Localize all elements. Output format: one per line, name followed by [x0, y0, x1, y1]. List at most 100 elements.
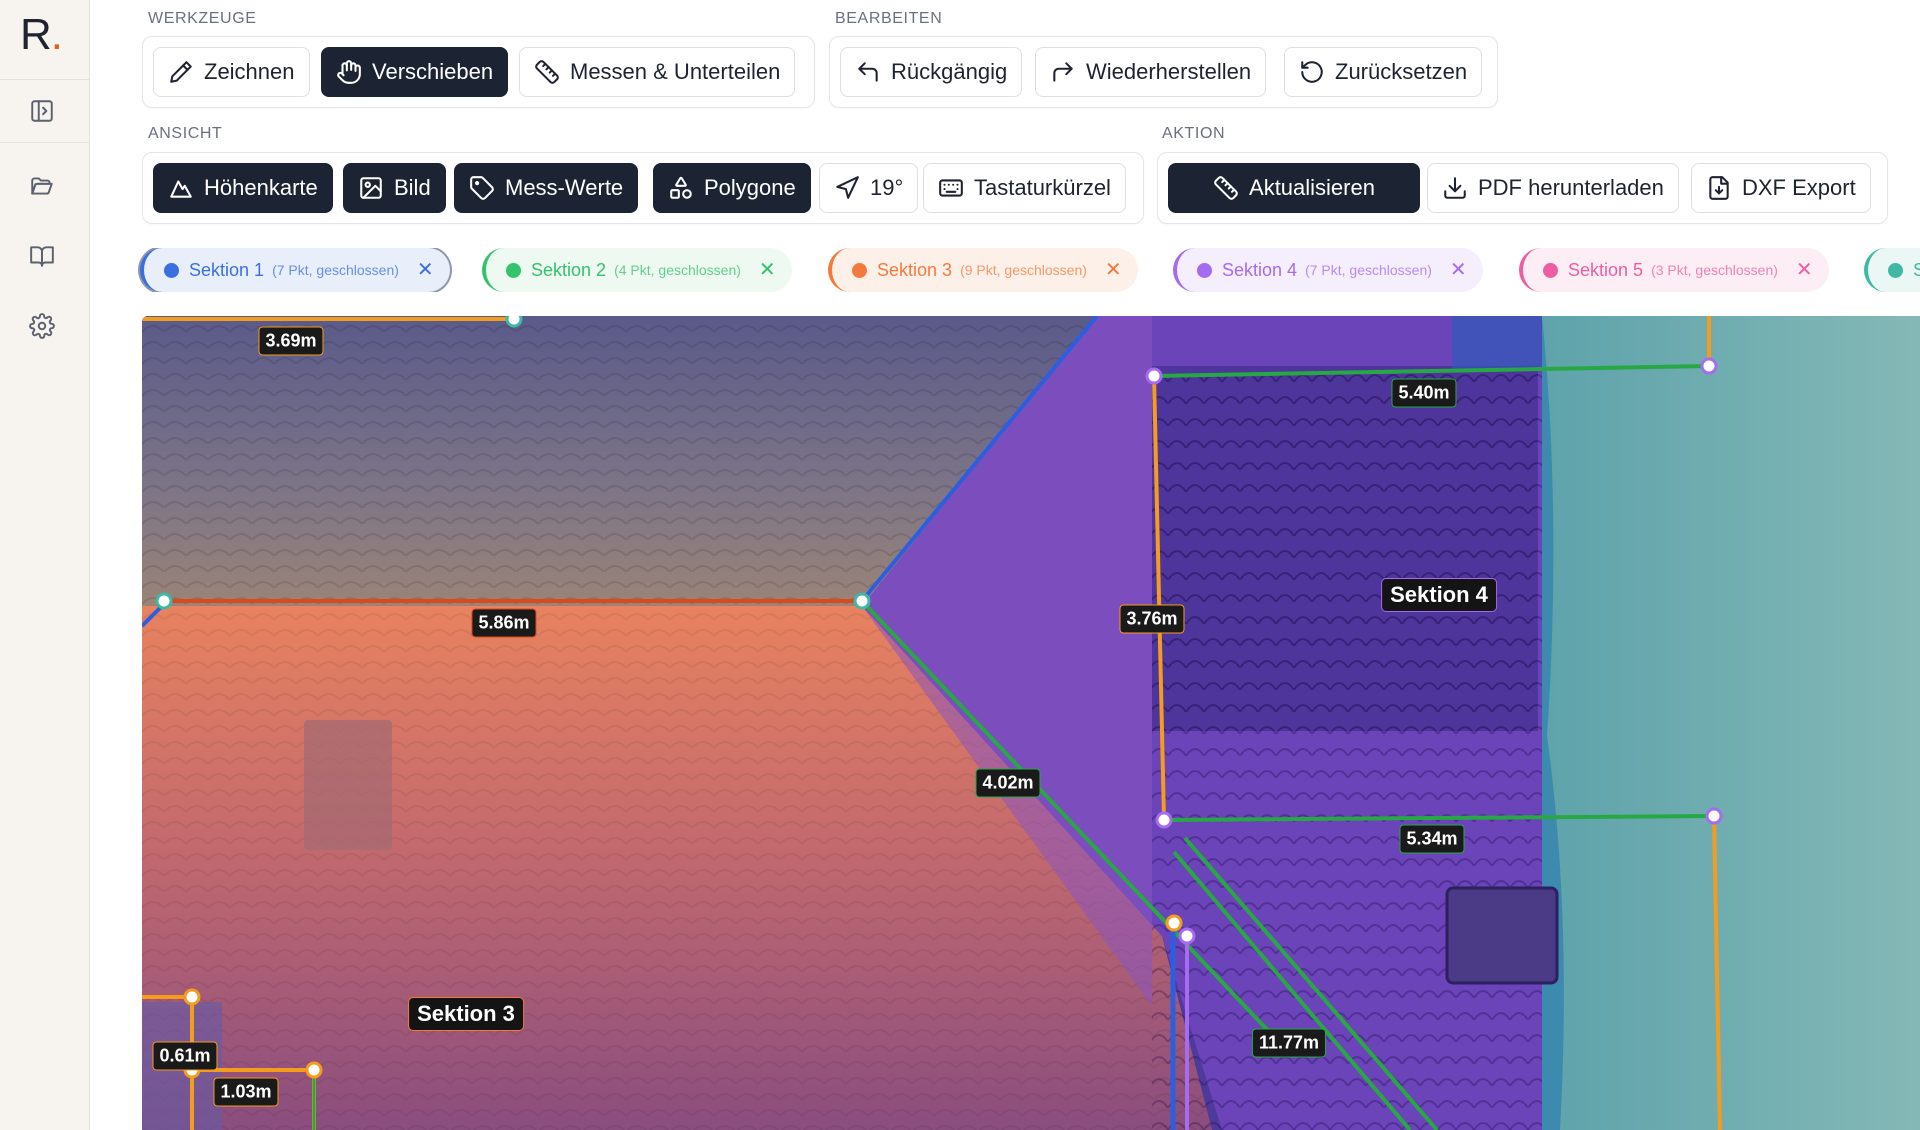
section-name: S — [1913, 259, 1920, 280]
chimney — [304, 720, 392, 850]
vertex-handle[interactable] — [155, 592, 173, 610]
vertex-handle[interactable] — [305, 1061, 323, 1079]
section-color-dot — [852, 262, 867, 278]
bild-toggle[interactable]: Bild — [343, 163, 446, 213]
reset-icon — [1299, 59, 1325, 85]
zeichnen-button[interactable]: Zeichnen — [153, 47, 310, 97]
measurement-label: 3.69m — [258, 326, 324, 356]
aktualisieren-button[interactable]: Aktualisieren — [1168, 163, 1420, 213]
aktion-group: Aktualisieren PDF herunterladen DXF Expo… — [1157, 152, 1888, 224]
polygone-toggle[interactable]: Polygone — [653, 163, 811, 213]
roof-window — [1445, 886, 1559, 985]
bild-label: Bild — [394, 175, 431, 200]
vertex-handle[interactable] — [1705, 807, 1723, 825]
file-download-icon — [1706, 175, 1732, 201]
close-icon[interactable]: ✕ — [1450, 260, 1467, 280]
section-chip-2[interactable]: Sektion 2 (4 Pkt, geschlossen) ✕ — [482, 248, 792, 292]
dxf-export-button[interactable]: DXF Export — [1691, 163, 1871, 213]
wall-area — [1542, 316, 1920, 1130]
measurement-label: 4.02m — [975, 768, 1041, 798]
vertex-handle[interactable] — [183, 988, 201, 1006]
verschieben-label: Verschieben — [372, 59, 494, 84]
section-chip-3[interactable]: Sektion 3 (9 Pkt, geschlossen) ✕ — [828, 248, 1138, 292]
wiederherstellen-button[interactable]: Wiederherstellen — [1035, 47, 1267, 97]
hoehenkarte-toggle[interactable]: Höhenkarte — [153, 163, 333, 213]
section-color-dot — [1888, 262, 1903, 278]
measurement-label: 3.76m — [1119, 604, 1185, 634]
measurement-label: 0.61m — [152, 1041, 218, 1071]
section-chip-1[interactable]: Sektion 1 (7 Pkt, geschlossen) ✕ — [140, 248, 450, 292]
verschieben-button[interactable]: Verschieben — [321, 47, 509, 97]
keyboard-icon — [938, 175, 964, 201]
redo-icon — [1050, 59, 1076, 85]
section-chip-6[interactable]: S — [1864, 248, 1920, 292]
section-name: Sektion 2 — [531, 259, 607, 280]
section-chips: Sektion 1 (7 Pkt, geschlossen) ✕ Sektion… — [138, 248, 1920, 292]
section-meta: (4 Pkt, geschlossen) — [614, 262, 741, 278]
gear-icon[interactable] — [22, 306, 62, 346]
messen-label: Messen & Unterteilen — [570, 59, 781, 84]
section-label-3: Sektion 3 — [408, 997, 524, 1031]
section-chip-4[interactable]: Sektion 4 (7 Pkt, geschlossen) ✕ — [1173, 248, 1483, 292]
measurement-label: 5.86m — [471, 608, 537, 638]
rueckgaengig-label: Rückgängig — [891, 59, 1008, 84]
app-root: R. WERKZEUGE Zeichnen Verschieben Messen… — [0, 0, 1920, 1130]
vertex-handle[interactable] — [505, 316, 523, 328]
close-icon[interactable]: ✕ — [759, 260, 776, 280]
close-icon[interactable]: ✕ — [1105, 260, 1122, 280]
section-name: Sektion 3 — [877, 259, 953, 280]
zuruecksetzen-label: Zurücksetzen — [1335, 59, 1468, 84]
messen-unterteilen-button[interactable]: Messen & Unterteilen — [519, 47, 796, 97]
section-name: Sektion 1 — [189, 259, 265, 280]
vertex-handle[interactable] — [1145, 367, 1163, 385]
mess-werte-toggle[interactable]: Mess-Werte — [454, 163, 639, 213]
aktion-label: AKTION — [1162, 125, 1226, 142]
mountain-icon — [168, 175, 194, 201]
rueckgaengig-button[interactable]: Rückgängig — [840, 47, 1023, 97]
section-meta: (7 Pkt, geschlossen) — [272, 262, 399, 278]
hand-icon — [336, 59, 362, 85]
ruler-icon — [1213, 175, 1239, 201]
left-rail: R. — [0, 0, 90, 1130]
compass-arrow-icon — [834, 175, 860, 201]
rail-divider — [0, 79, 90, 80]
vertex-handle[interactable] — [853, 592, 871, 610]
vertex-handle[interactable] — [1155, 811, 1173, 829]
blue-strip — [1452, 316, 1542, 371]
zeichnen-label: Zeichnen — [204, 59, 295, 84]
section-meta: (9 Pkt, geschlossen) — [960, 262, 1087, 278]
werkzeuge-group: Zeichnen Verschieben Messen & Unterteile… — [142, 36, 815, 108]
section-label-4: Sektion 4 — [1381, 578, 1497, 612]
close-icon[interactable]: ✕ — [417, 260, 434, 280]
zuruecksetzen-button[interactable]: Zurücksetzen — [1284, 47, 1483, 97]
section-color-dot — [1197, 262, 1212, 278]
orientation-button[interactable]: 19° — [819, 163, 919, 213]
tastaturkuerzel-label: Tastaturkürzel — [974, 175, 1111, 200]
section-name: Sektion 5 — [1568, 259, 1644, 280]
sidebar-toggle-icon[interactable] — [22, 91, 62, 131]
image-icon — [358, 175, 384, 201]
pencil-icon — [168, 59, 194, 85]
tastaturkuerzel-button[interactable]: Tastaturkürzel — [923, 163, 1126, 213]
vertex-handle[interactable] — [1700, 357, 1718, 375]
section-color-dot — [1543, 262, 1558, 278]
brand-logo[interactable]: R. — [20, 10, 63, 60]
rail-divider — [0, 142, 90, 143]
section-name: Sektion 4 — [1222, 259, 1298, 280]
polygone-label: Polygone — [704, 175, 796, 200]
book-icon[interactable] — [22, 236, 62, 276]
vertex-handle[interactable] — [1165, 914, 1183, 932]
bearbeiten-label: BEARBEITEN — [835, 10, 943, 27]
section-color-dot — [164, 262, 179, 278]
measurement-label: 1.03m — [213, 1077, 279, 1107]
aktualisieren-label: Aktualisieren — [1249, 175, 1375, 200]
ruler-icon — [534, 59, 560, 85]
pdf-herunterladen-button[interactable]: PDF herunterladen — [1427, 163, 1679, 213]
vertex-handle[interactable] — [1178, 927, 1196, 945]
tag-icon — [469, 175, 495, 201]
close-icon[interactable]: ✕ — [1796, 260, 1813, 280]
folder-icon[interactable] — [22, 166, 62, 206]
measurement-label: 5.40m — [1391, 378, 1457, 408]
section-chip-5[interactable]: Sektion 5 (3 Pkt, geschlossen) ✕ — [1519, 248, 1829, 292]
roof-canvas[interactable]: 3.69m 5.86m 5.40m 3.76m 4.02m 5.34m 0.61… — [142, 316, 1920, 1130]
